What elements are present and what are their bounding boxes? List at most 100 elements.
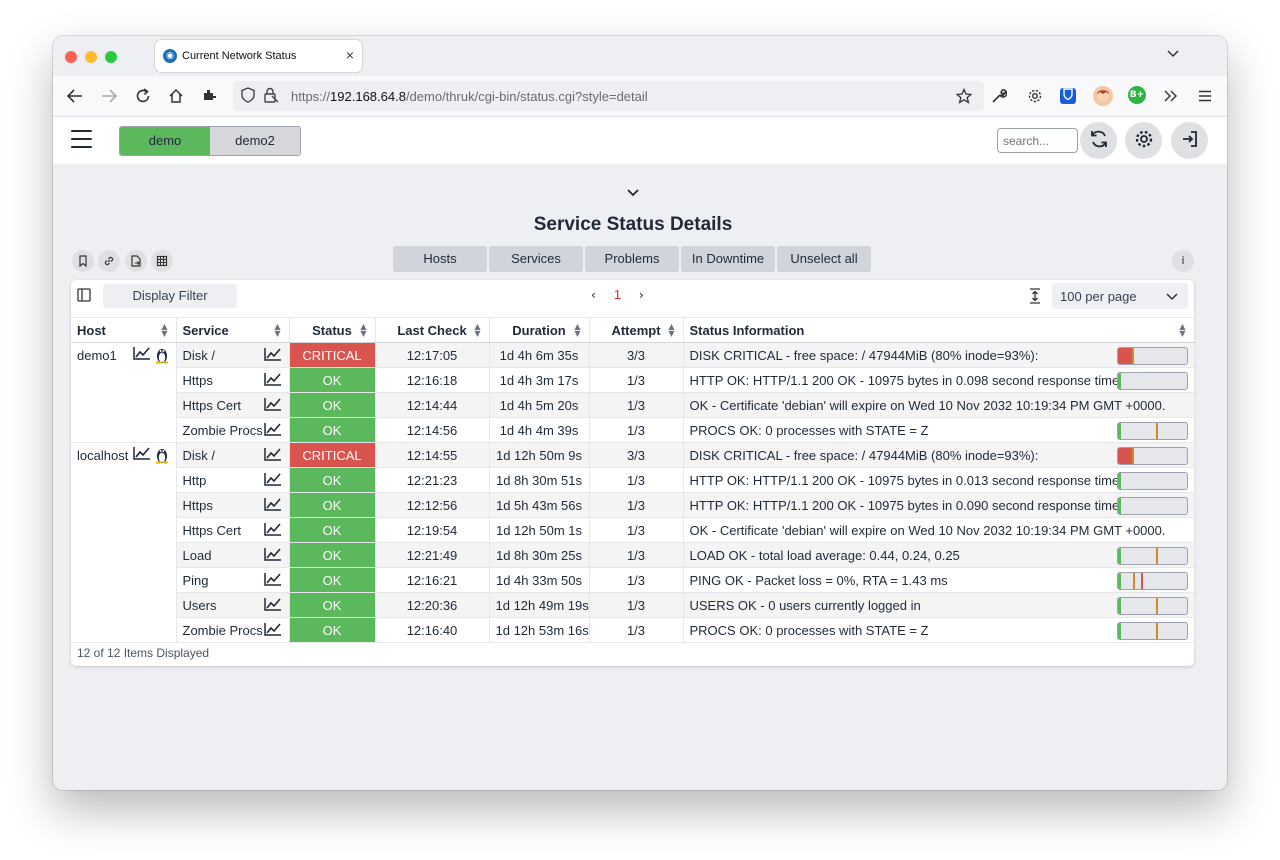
site-button-demo2[interactable]: demo2 [210,127,300,155]
sort-icon[interactable]: ▲ ▼ [668,323,674,338]
host-graph-icon[interactable] [132,346,151,367]
service-cell[interactable]: Https Cert [176,392,290,418]
host-graph-icon[interactable] [132,446,151,467]
service-name[interactable]: Disk / [183,448,216,463]
perfdata-bar[interactable] [1116,622,1188,640]
host-name[interactable]: demo1 [77,348,117,363]
service-graph-icon[interactable] [263,447,282,464]
bookmark-star-icon[interactable] [952,84,976,108]
service-name[interactable]: Https [183,498,213,513]
prev-page-icon[interactable]: ‹ [591,288,596,302]
host-cell[interactable]: demo1 [71,342,177,443]
table-row[interactable]: localhost Disk / CRITICAL 12:14:55 1d 12h 5… [71,442,1195,643]
column-header-status[interactable]: Status ▲ ▼ [289,317,376,343]
link-icon[interactable] [98,250,120,272]
perfdata-bar[interactable] [1116,572,1188,590]
service-cell[interactable]: Users [176,592,290,618]
service-graph-icon[interactable] [263,572,282,589]
table-row[interactable]: Https Cert OK 12:19:54 1d 12h 50m 1s 1/3 OK -… [71,517,1195,543]
table-row[interactable]: Zombie Procs OK 12:14:56 1d 4h 4m 39s 1/3 PRO… [71,417,1195,443]
column-header-service[interactable]: Service ▲ ▼ [176,317,290,343]
tab-services[interactable]: Services [489,246,583,272]
service-name[interactable]: Http [183,473,207,488]
zoom-window-button[interactable] [105,51,117,63]
next-page-icon[interactable]: › [639,288,644,302]
service-cell[interactable]: Ping [176,567,290,593]
host-name[interactable]: localhost [77,448,128,463]
home-icon[interactable] [164,84,188,108]
column-header-duration[interactable]: Duration ▲ ▼ [489,317,590,343]
refresh-button[interactable] [1080,122,1117,159]
table-row[interactable]: Users OK 12:20:36 1d 12h 49m 19s 1/3 USERS OK… [71,592,1195,618]
more-extensions-icon[interactable] [1159,84,1183,108]
service-name[interactable]: Https Cert [183,398,242,413]
service-graph-icon[interactable] [263,547,282,564]
perfdata-bar[interactable] [1116,447,1188,465]
perfdata-bar[interactable] [1116,547,1188,565]
table-row[interactable]: Ping OK 12:16:21 1d 4h 33m 50s 1/3 PING OK - … [71,567,1195,593]
per-page-select[interactable]: 100 per page [1052,283,1188,309]
list-all-tabs-icon[interactable] [1167,47,1179,62]
service-graph-icon[interactable] [263,472,282,489]
perfdata-bar[interactable] [1116,497,1188,515]
sort-icon[interactable]: ▲ ▼ [360,323,366,338]
table-row[interactable]: Http OK 12:21:23 1d 8h 30m 51s 1/3 HTTP OK: H… [71,467,1195,493]
fit-height-icon[interactable] [1029,288,1041,307]
bitwarden-shield-icon[interactable] [1060,88,1076,104]
sort-icon[interactable]: ▲ ▼ [274,323,280,338]
host-cell[interactable]: localhost [71,442,177,643]
service-cell[interactable]: Https [176,492,290,518]
perfdata-bar[interactable] [1116,347,1188,365]
logout-button[interactable] [1171,122,1208,159]
service-graph-icon[interactable] [263,347,282,364]
service-graph-icon[interactable] [263,522,282,539]
service-name[interactable]: Load [183,548,212,563]
app-menu-icon[interactable] [1193,84,1217,108]
tab-in-downtime[interactable]: In Downtime [681,246,775,272]
service-name[interactable]: Disk / [183,348,216,363]
lock-insecure-icon[interactable] [263,87,279,107]
bplus-extension-icon[interactable]: B+ [1128,86,1146,104]
perfdata-bar[interactable] [1116,597,1188,615]
service-cell[interactable]: Disk / [176,342,290,368]
address-bar[interactable]: https://192.168.64.8/demo/thruk/cgi-bin/… [233,81,984,111]
preferences-button[interactable] [1125,122,1162,159]
tab-close-icon[interactable]: × [346,47,354,63]
service-cell[interactable]: Https Cert [176,517,290,543]
service-cell[interactable]: Https [176,367,290,393]
settings-gear-icon[interactable] [1023,84,1047,108]
main-menu-icon[interactable] [71,130,92,148]
service-cell[interactable]: Zombie Procs [176,617,290,643]
service-graph-icon[interactable] [263,622,282,639]
service-name[interactable]: Users [183,598,217,613]
sort-icon[interactable]: ▲ ▼ [574,323,580,338]
perfdata-bar[interactable] [1116,472,1188,490]
reload-icon[interactable] [131,84,155,108]
service-cell[interactable]: Disk / [176,442,290,468]
sort-icon[interactable]: ▲ ▼ [161,323,167,338]
sort-icon[interactable]: ▲ ▼ [1179,323,1185,338]
column-header-last-check[interactable]: Last Check ▲ ▼ [375,317,490,343]
service-name[interactable]: Zombie Procs [183,623,263,638]
service-graph-icon[interactable] [263,372,282,389]
service-name[interactable]: Https [183,373,213,388]
expand-filter-chevron-icon[interactable] [627,185,639,200]
current-page[interactable]: 1 [614,287,621,302]
display-filter-button[interactable]: Display Filter [103,284,237,308]
bookmark-icon[interactable] [72,250,94,272]
info-icon[interactable]: i [1172,250,1194,272]
service-cell[interactable]: Zombie Procs [176,417,290,443]
site-button-demo[interactable]: demo [120,127,210,155]
browser-tab[interactable]: ◉ Current Network Status × [155,40,362,72]
column-header-status-information[interactable]: Status Information ▲ ▼ [683,317,1195,343]
table-grid-icon[interactable] [151,250,173,272]
wrench-icon[interactable] [987,84,1011,108]
table-row[interactable]: demo1 Disk / CRITICAL 12:17:05 1d 4h 6m 35s… [71,342,1195,443]
column-header-attempt[interactable]: Attempt ▲ ▼ [589,317,684,343]
perfdata-bar[interactable] [1116,372,1188,390]
table-row[interactable]: Load OK 12:21:49 1d 8h 30m 25s 1/3 LOAD OK - … [71,542,1195,568]
service-graph-icon[interactable] [263,422,282,439]
search-input[interactable] [997,128,1078,153]
service-name[interactable]: Ping [183,573,209,588]
avatar-extension-icon[interactable] [1093,86,1113,106]
